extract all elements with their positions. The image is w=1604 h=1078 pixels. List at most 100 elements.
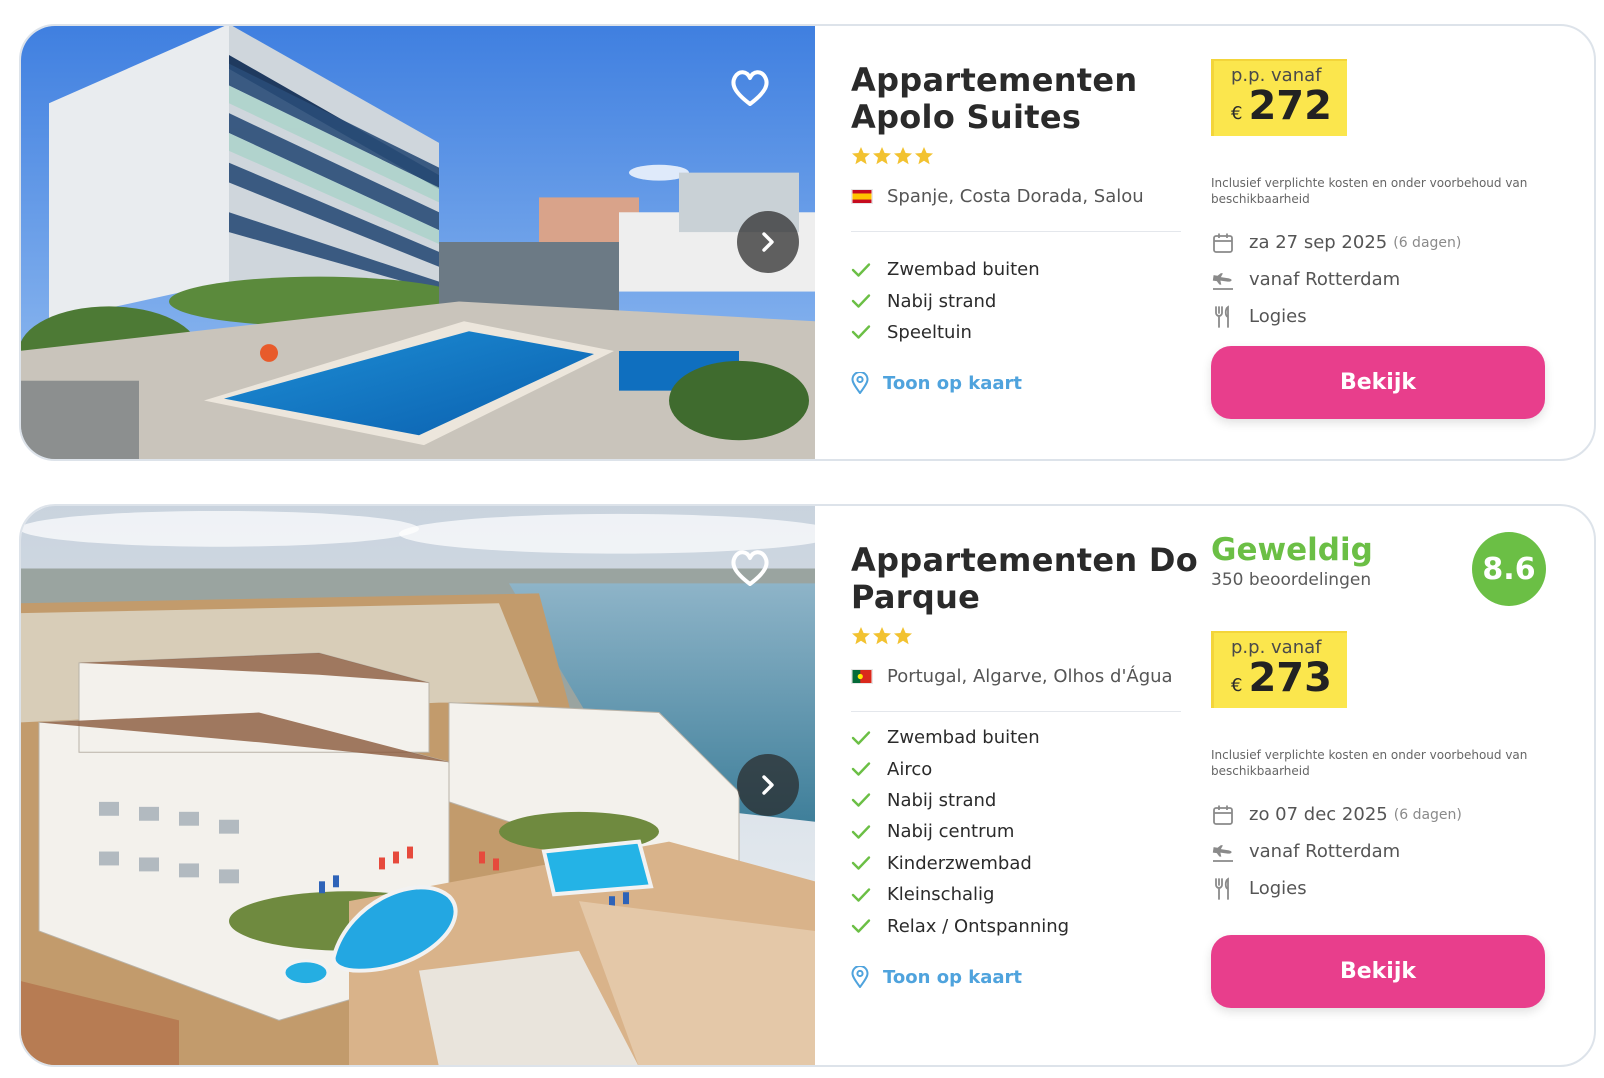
feature-label: Kleinschalig	[887, 884, 995, 906]
star-icon	[915, 147, 933, 165]
calendar-icon	[1213, 233, 1233, 253]
departure-airport: vanaf Rotterdam	[1211, 833, 1462, 870]
next-photo-button[interactable]	[737, 754, 799, 816]
check-icon	[851, 887, 871, 902]
next-photo-button[interactable]	[737, 211, 799, 273]
divider	[851, 711, 1181, 712]
departure-text: vanaf Rotterdam	[1249, 841, 1401, 862]
heart-icon[interactable]	[729, 68, 771, 108]
check-icon	[851, 262, 871, 277]
hotel-photo-image	[21, 506, 815, 1065]
view-button[interactable]: Bekijk	[1211, 346, 1545, 419]
cutlery-icon	[1215, 876, 1229, 900]
star-icon	[852, 627, 870, 645]
date-text: zo 07 dec 2025	[1249, 804, 1388, 825]
check-icon	[851, 856, 871, 870]
location-text: Spanje, Costa Dorada, Salou	[887, 186, 1144, 207]
review-count[interactable]: 350 beoordelingen	[1211, 570, 1371, 590]
feature-item: Relax / Ontspanning	[851, 910, 1069, 941]
star-rating	[851, 146, 934, 166]
portugal-flag-icon	[851, 669, 873, 684]
departure-airport: vanaf Rotterdam	[1211, 261, 1461, 298]
star-icon	[852, 147, 870, 165]
feature-item: Nabij strand	[851, 285, 1040, 316]
price-amount: 272	[1248, 83, 1332, 129]
star-icon	[873, 627, 891, 645]
star-rating	[851, 626, 913, 646]
heart-icon[interactable]	[729, 548, 771, 588]
feature-label: Speeltuin	[887, 321, 972, 343]
price-tag: p.p. vanaf € 273	[1211, 631, 1347, 708]
check-icon	[851, 325, 871, 340]
map-link-label[interactable]: Toon op kaart	[883, 373, 1022, 394]
feature-label: Relax / Ontspanning	[887, 915, 1070, 937]
show-on-map-link[interactable]: Toon op kaart	[851, 966, 1022, 988]
trip-details: zo 07 dec 2025 (6 dagen) vanaf Rotterdam…	[1211, 796, 1462, 907]
check-icon	[851, 730, 871, 745]
chevron-right-icon	[762, 775, 774, 795]
departure-date: za 27 sep 2025 (6 dagen)	[1211, 224, 1461, 261]
check-icon	[851, 762, 871, 776]
plane-icon	[1212, 844, 1233, 862]
feature-label: Nabij centrum	[887, 821, 1015, 843]
feature-label: Zwembad buiten	[887, 727, 1040, 749]
feature-label: Airco	[887, 758, 933, 780]
hotel-photo[interactable]	[21, 506, 815, 1065]
check-icon	[851, 294, 871, 308]
currency-symbol: €	[1231, 675, 1243, 696]
feature-item: Speeltuin	[851, 317, 1040, 348]
feature-item: Nabij strand	[851, 785, 1069, 816]
check-icon	[851, 919, 871, 933]
spain-flag-icon	[851, 189, 873, 204]
currency-symbol: €	[1231, 103, 1243, 124]
feature-item: Zwembad buiten	[851, 254, 1040, 285]
rating-score-badge: 8.6	[1472, 532, 1546, 606]
calendar-icon	[1213, 805, 1233, 825]
price-disclaimer: Inclusief verplichte kosten en onder voo…	[1211, 748, 1528, 778]
map-pin-icon	[851, 966, 869, 988]
view-button[interactable]: Bekijk	[1211, 935, 1545, 1008]
hotel-location: Spanje, Costa Dorada, Salou	[851, 186, 1144, 207]
divider	[851, 231, 1181, 232]
chevron-right-icon	[762, 232, 774, 252]
hotel-photo[interactable]	[21, 26, 815, 459]
cutlery-icon	[1215, 304, 1229, 328]
departure-text: vanaf Rotterdam	[1249, 269, 1401, 290]
hotel-title[interactable]: Appartementen Do Parque	[851, 542, 1201, 616]
price-tag: p.p. vanaf € 272	[1211, 59, 1347, 136]
feature-list: Zwembad buiten Airco Nabij strand Nabij …	[851, 722, 1069, 942]
feature-item: Kinderzwembad	[851, 848, 1069, 879]
rating-label: Geweldig	[1211, 532, 1373, 568]
feature-label: Nabij strand	[887, 290, 997, 312]
hotel-title[interactable]: Appartementen Apolo Suites	[851, 62, 1201, 136]
star-icon	[894, 147, 912, 165]
hotel-photo-image	[21, 26, 815, 459]
plane-icon	[1212, 272, 1233, 290]
check-icon	[851, 793, 871, 808]
check-icon	[851, 825, 871, 839]
feature-item: Kleinschalig	[851, 879, 1069, 910]
board-type: Logies	[1211, 298, 1461, 335]
feature-label: Zwembad buiten	[887, 259, 1040, 281]
duration-text: (6 dagen)	[1393, 234, 1462, 251]
board-type: Logies	[1211, 870, 1462, 907]
show-on-map-link[interactable]: Toon op kaart	[851, 372, 1022, 394]
hotel-card[interactable]: Appartementen Do Parque Portugal, Algarv…	[19, 504, 1596, 1067]
hotel-card[interactable]: Appartementen Apolo Suites Spanje, Costa…	[19, 24, 1596, 461]
feature-label: Kinderzwembad	[887, 852, 1032, 874]
map-link-label[interactable]: Toon op kaart	[883, 967, 1022, 988]
board-text: Logies	[1249, 306, 1307, 327]
feature-item: Zwembad buiten	[851, 722, 1069, 753]
location-text: Portugal, Algarve, Olhos d'Água	[887, 666, 1173, 687]
hotel-location: Portugal, Algarve, Olhos d'Água	[851, 666, 1173, 687]
trip-details: za 27 sep 2025 (6 dagen) vanaf Rotterdam…	[1211, 224, 1461, 335]
feature-item: Nabij centrum	[851, 816, 1069, 847]
map-pin-icon	[851, 372, 869, 394]
price-amount: 273	[1248, 655, 1332, 701]
duration-text: (6 dagen)	[1393, 806, 1462, 823]
date-text: za 27 sep 2025	[1249, 232, 1388, 253]
departure-date: zo 07 dec 2025 (6 dagen)	[1211, 796, 1462, 833]
price-disclaimer: Inclusief verplichte kosten en onder voo…	[1211, 176, 1528, 206]
feature-list: Zwembad buiten Nabij strand Speeltuin	[851, 254, 1040, 348]
star-icon	[873, 147, 891, 165]
